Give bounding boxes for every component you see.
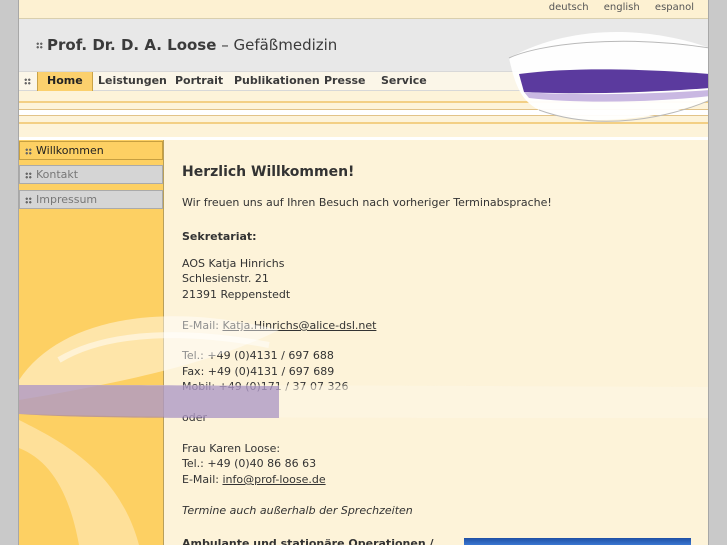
address-line: AOS Katja Hinrichs bbox=[182, 257, 285, 270]
sidebar-item-kontakt[interactable]: Kontakt bbox=[19, 165, 163, 184]
email-line: E-Mail: Katja.Hinrichs@alice-dsl.net bbox=[182, 319, 376, 332]
phone-line: Tel.: +49 (0)40 86 86 63 bbox=[182, 457, 317, 470]
grip-icon bbox=[25, 147, 32, 155]
main-nav: Home Leistungen Portrait Publikationen P… bbox=[19, 71, 708, 91]
sidebar-item-willkommen[interactable]: Willkommen bbox=[19, 141, 163, 160]
nav-presse[interactable]: Presse bbox=[324, 72, 366, 91]
sidebar-item-label: Willkommen bbox=[36, 144, 104, 157]
intro-text: Wir freuen uns auf Ihren Besuch nach vor… bbox=[182, 196, 552, 209]
sidebar-item-label: Impressum bbox=[36, 193, 98, 206]
sidebar-item-label: Kontakt bbox=[36, 168, 79, 181]
lang-espanol[interactable]: espanol bbox=[655, 2, 694, 13]
email-link-hinrichs[interactable]: Katja.Hinrichs@alice-dsl.net bbox=[222, 319, 376, 332]
secretariat-label: Sekretariat: bbox=[182, 230, 257, 243]
top-bar: deutsch english espanol bbox=[19, 0, 708, 19]
site-name: Prof. Dr. D. A. Loose bbox=[47, 36, 217, 54]
or-text: oder bbox=[182, 411, 208, 424]
grip-icon bbox=[36, 42, 43, 49]
photo-image bbox=[464, 538, 691, 545]
grip-icon bbox=[24, 78, 31, 85]
sidebar: Willkommen Kontakt Impressum bbox=[19, 140, 164, 545]
email-line: E-Mail: info@prof-loose.de bbox=[182, 473, 326, 486]
nav-service[interactable]: Service bbox=[381, 72, 427, 91]
grip-icon bbox=[25, 171, 32, 179]
nav-home[interactable]: Home bbox=[37, 72, 93, 91]
mobile-line: Mobil: +49 (0)171 / 37 07 326 bbox=[182, 380, 349, 393]
nav-publikationen[interactable]: Publikationen bbox=[234, 72, 320, 91]
site-subtitle: Gefäßmedizin bbox=[233, 36, 338, 54]
language-switcher: deutsch english espanol bbox=[537, 2, 694, 13]
note-text: Termine auch außerhalb der Sprechzeiten bbox=[182, 504, 413, 517]
sidebar-item-impressum[interactable]: Impressum bbox=[19, 190, 163, 209]
lang-deutsch[interactable]: deutsch bbox=[549, 2, 589, 13]
email-prefix: E-Mail: bbox=[182, 319, 223, 332]
address-line: 21391 Reppenstedt bbox=[182, 288, 291, 301]
nav-leistungen[interactable]: Leistungen bbox=[98, 72, 167, 91]
nav-portrait[interactable]: Portrait bbox=[175, 72, 223, 91]
cutoff-text: Ambulante und stationäre Operationen / bbox=[182, 537, 434, 545]
address-line: Schlesienstr. 21 bbox=[182, 272, 269, 285]
decorative-stripes bbox=[19, 91, 708, 137]
header: Prof. Dr. D. A. Loose – Gefäßmedizin bbox=[19, 19, 708, 71]
title-separator: – bbox=[221, 36, 229, 54]
lang-english[interactable]: english bbox=[604, 2, 640, 13]
main-content: Herzlich Willkommen! Wir freuen uns auf … bbox=[164, 140, 708, 545]
grip-icon bbox=[25, 196, 32, 204]
contact2-name: Frau Karen Loose: bbox=[182, 442, 281, 455]
page: deutsch english espanol Prof. Dr. D. A. … bbox=[18, 0, 709, 545]
email-link-loose[interactable]: info@prof-loose.de bbox=[222, 473, 325, 486]
email-prefix: E-Mail: bbox=[182, 473, 223, 486]
phone-line: Tel.: +49 (0)4131 / 697 688 bbox=[182, 349, 334, 362]
page-title: Herzlich Willkommen! bbox=[182, 164, 355, 180]
site-title[interactable]: Prof. Dr. D. A. Loose – Gefäßmedizin bbox=[36, 36, 337, 54]
fax-line: Fax: +49 (0)4131 / 697 689 bbox=[182, 365, 335, 378]
